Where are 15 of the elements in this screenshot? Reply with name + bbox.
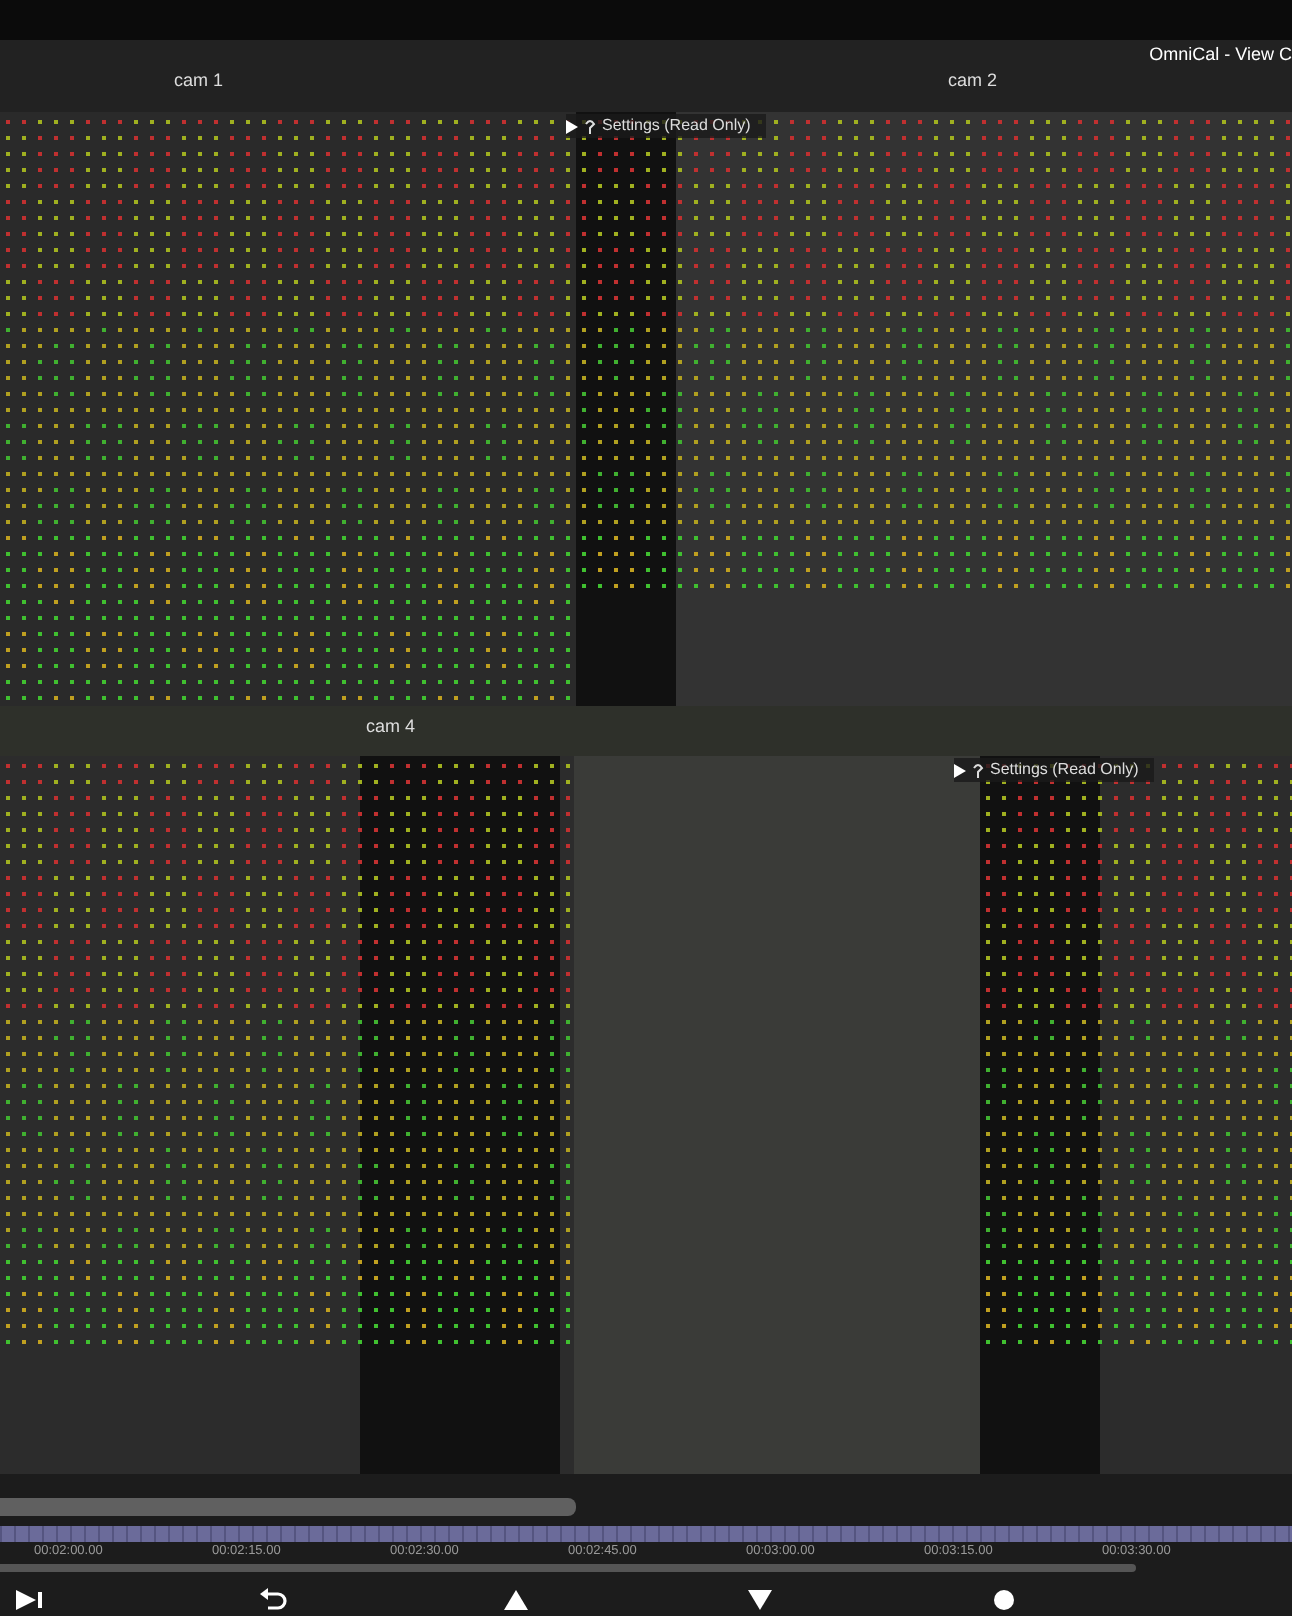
- undo-icon: [256, 1584, 288, 1616]
- settings-label[interactable]: Settings (Read Only): [990, 758, 1139, 782]
- record-icon: [988, 1584, 1020, 1616]
- expand-arrow-icon[interactable]: [566, 119, 578, 133]
- play-to-end-icon: [12, 1584, 44, 1616]
- scrollbar[interactable]: [0, 1564, 1136, 1572]
- window-title: OmniCal - View C: [1149, 42, 1292, 68]
- scrollbar[interactable]: [0, 1498, 576, 1516]
- pin-icon: [584, 117, 596, 135]
- view-label: cam 4: [366, 714, 416, 740]
- expand-arrow-icon[interactable]: [954, 763, 966, 777]
- timeline-track[interactable]: [0, 1526, 1292, 1542]
- pin-icon: [972, 761, 984, 779]
- view-label: cam 1: [174, 68, 224, 94]
- view-label: cam 2: [948, 68, 998, 94]
